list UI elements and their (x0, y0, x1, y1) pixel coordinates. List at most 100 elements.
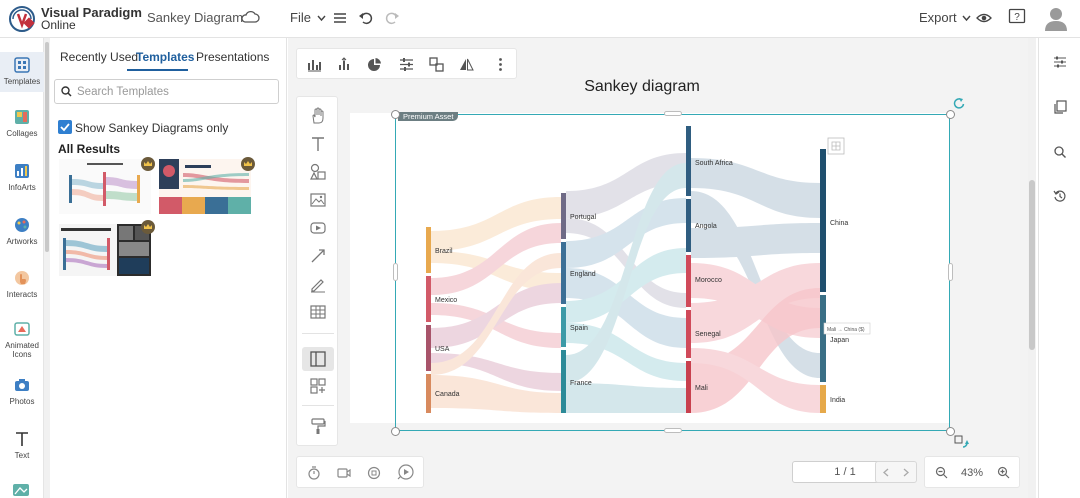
document-title[interactable]: Sankey Diagram (147, 10, 243, 25)
more-options-icon[interactable] (493, 57, 508, 72)
record-video-icon[interactable] (337, 466, 351, 480)
rail-item-text[interactable]: Text (0, 430, 44, 460)
more-tools-icon[interactable] (12, 483, 30, 497)
shapes-tool-icon[interactable] (309, 163, 327, 181)
cloud-save-icon[interactable] (240, 9, 260, 25)
animated-icons-icon (14, 322, 30, 336)
text-icon (16, 432, 28, 446)
export-menu[interactable]: Export (919, 10, 971, 25)
arrange-icon[interactable] (429, 57, 444, 72)
left-rail: Templates Collages InfoArts Artworks Int… (0, 38, 44, 498)
settings-sliders-icon[interactable] (399, 57, 414, 72)
resize-handle-top-right[interactable] (946, 110, 955, 119)
canvas-vertical-scrollbar[interactable] (1028, 38, 1036, 498)
rail-item-collages[interactable]: Collages (0, 108, 44, 138)
video-tool-icon[interactable] (309, 219, 327, 237)
timer-icon[interactable] (307, 466, 321, 480)
search-input[interactable] (77, 83, 272, 101)
rail-item-artworks[interactable]: Artworks (0, 216, 44, 246)
premium-crown-icon (141, 157, 155, 171)
selection-frame[interactable] (395, 114, 950, 431)
tab-presentations[interactable]: Presentations (196, 50, 269, 64)
help-icon[interactable]: ? (1008, 8, 1026, 26)
logo-text-line2: Online (41, 18, 76, 32)
rail-label: Photos (9, 397, 35, 406)
app-logo[interactable]: Visual Paradigm Online (8, 5, 142, 33)
toolbox-divider (302, 405, 334, 406)
template-thumbnail[interactable] (59, 224, 151, 276)
rail-item-animated-icons[interactable]: Animated Icons (0, 320, 44, 359)
photos-icon (15, 379, 29, 391)
pages-copy-icon[interactable] (1053, 100, 1067, 114)
file-menu[interactable]: File (290, 10, 326, 25)
top-bar: Visual Paradigm Online Sankey Diagram Fi… (0, 0, 1080, 38)
svg-text:?: ? (1014, 12, 1020, 23)
format-painter-icon[interactable] (309, 417, 327, 435)
toolbox-divider (302, 333, 334, 334)
search-icon (61, 86, 72, 97)
resize-handle-bottom[interactable] (664, 428, 682, 433)
resize-handle-bottom-left[interactable] (391, 427, 400, 436)
premium-asset-badge: Premium Asset (398, 112, 459, 121)
previous-page-icon[interactable] (882, 468, 890, 477)
rail-item-infoarts[interactable]: InfoArts (0, 162, 44, 192)
rail-label: Interacts (6, 290, 38, 299)
tab-recently-used[interactable]: Recently Used (60, 50, 138, 64)
resize-handle-top-left[interactable] (391, 110, 400, 119)
history-icon[interactable] (1053, 189, 1067, 203)
template-thumbnail[interactable] (59, 159, 151, 214)
rail-scroll-thumb[interactable] (45, 42, 49, 252)
zoom-in-icon[interactable] (997, 466, 1010, 479)
tab-templates[interactable]: Templates (136, 50, 194, 64)
playback-toolbar (296, 456, 424, 488)
table-tool-icon[interactable] (309, 303, 327, 321)
zoom-level[interactable]: 43% (961, 467, 983, 479)
resize-handle-right[interactable] (948, 263, 953, 281)
image-tool-icon[interactable] (309, 191, 327, 209)
resize-handle-top[interactable] (664, 111, 682, 116)
search-icon[interactable] (1053, 145, 1067, 159)
menu-icon[interactable] (333, 11, 347, 25)
drawing-toolbox (296, 96, 338, 446)
chart-type-icon[interactable] (307, 57, 322, 72)
rail-item-interacts[interactable]: Interacts (0, 269, 44, 299)
rail-label: Text (14, 451, 30, 460)
undo-icon[interactable] (358, 10, 374, 26)
sankey-only-checkbox[interactable] (58, 120, 72, 134)
rail-label: InfoArts (8, 183, 36, 192)
zoom-out-icon[interactable] (935, 466, 948, 479)
redo-icon[interactable] (384, 10, 400, 26)
text-tool-icon[interactable] (309, 135, 327, 153)
transform-icon[interactable] (954, 435, 970, 451)
template-panel: Recently Used Templates Presentations Sh… (50, 38, 287, 498)
rail-label: Animated Icons (5, 341, 39, 359)
user-avatar-icon[interactable] (1043, 5, 1069, 31)
file-menu-label: File (290, 10, 311, 25)
chart-data-icon[interactable] (337, 57, 352, 72)
layout-tool-button[interactable] (302, 347, 334, 371)
rail-item-photos[interactable]: Photos (0, 376, 44, 406)
visual-paradigm-logo-icon (9, 6, 35, 32)
sankey-only-label[interactable]: Show Sankey Diagrams only (75, 121, 228, 135)
line-tool-icon[interactable] (309, 247, 327, 265)
template-thumbnail[interactable] (159, 159, 251, 214)
flip-icon[interactable] (459, 57, 474, 72)
search-box[interactable] (54, 79, 279, 104)
pie-chart-icon[interactable] (367, 57, 382, 72)
templates-icon (14, 57, 30, 73)
rail-item-templates[interactable]: Templates (0, 52, 44, 92)
preview-eye-icon[interactable] (976, 10, 992, 26)
canvas-scroll-thumb[interactable] (1029, 180, 1035, 350)
play-presentation-icon[interactable] (395, 463, 415, 483)
pen-tool-icon[interactable] (309, 275, 327, 293)
diagram-title[interactable]: Sankey diagram (582, 78, 702, 96)
rotate-icon[interactable] (953, 97, 965, 109)
components-add-icon[interactable] (309, 377, 327, 395)
resize-handle-left[interactable] (393, 263, 398, 281)
infoarts-icon (15, 164, 29, 178)
next-page-icon[interactable] (902, 468, 910, 477)
canvas-area[interactable]: Sankey diagram Brazil Mexico USA Canada … (288, 38, 1028, 498)
hand-pan-icon[interactable] (309, 107, 327, 125)
properties-sliders-icon[interactable] (1053, 55, 1067, 69)
zoom-fit-icon[interactable] (367, 466, 381, 480)
